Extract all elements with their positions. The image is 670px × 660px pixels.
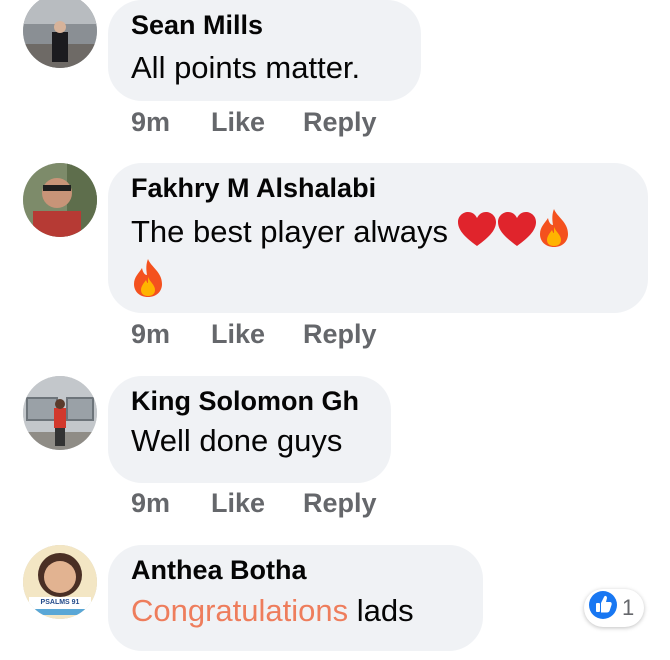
comment-text: Well done guys bbox=[131, 423, 343, 458]
comment-author[interactable]: Fakhry M Alshalabi bbox=[131, 171, 624, 205]
comment-text-content: lads bbox=[356, 593, 414, 628]
hashtag-link[interactable]: Congratulations bbox=[131, 593, 348, 628]
comment-text: Congratulations lads bbox=[131, 591, 459, 631]
comment-actions: 9m Like Reply bbox=[131, 487, 377, 519]
like-button[interactable]: Like bbox=[211, 487, 303, 519]
comment-bubble: Anthea Botha Congratulations lads 1 bbox=[108, 545, 645, 651]
reply-button[interactable]: Reply bbox=[303, 487, 377, 519]
red-heart-icon bbox=[497, 212, 537, 258]
comment-actions: 9m Like Reply bbox=[131, 318, 377, 350]
reaction-count: 1 bbox=[622, 595, 635, 620]
comment-text-content: The best player always bbox=[131, 214, 449, 249]
thumbs-up-icon bbox=[588, 590, 618, 626]
comment-text: All points matter. bbox=[131, 50, 361, 85]
red-heart-icon bbox=[457, 212, 497, 258]
avatar[interactable] bbox=[23, 376, 97, 450]
comment-author[interactable]: King Solomon Gh bbox=[131, 384, 367, 418]
fire-icon bbox=[131, 258, 165, 308]
like-button[interactable]: Like bbox=[211, 106, 303, 138]
comment-text: The best player always bbox=[131, 208, 624, 308]
comment-timestamp[interactable]: 9m bbox=[131, 318, 211, 350]
reaction-badge[interactable]: 1 bbox=[584, 589, 645, 627]
comment-bubble: Sean Mills All points matter. bbox=[108, 0, 421, 101]
comment-author[interactable]: Anthea Botha bbox=[131, 553, 459, 587]
fire-icon bbox=[537, 208, 571, 258]
avatar[interactable] bbox=[23, 0, 97, 68]
reply-button[interactable]: Reply bbox=[303, 106, 377, 138]
like-button[interactable]: Like bbox=[211, 318, 303, 350]
comment-timestamp[interactable]: 9m bbox=[131, 487, 211, 519]
comment-bubble: King Solomon Gh Well done guys bbox=[108, 376, 391, 483]
avatar[interactable]: PSALMS 91 bbox=[23, 545, 97, 619]
comment-bubble: Fakhry M Alshalabi The best player alway… bbox=[108, 163, 648, 313]
avatar-caption: PSALMS 91 bbox=[40, 599, 80, 606]
comment-author[interactable]: Sean Mills bbox=[131, 8, 397, 42]
reply-button[interactable]: Reply bbox=[303, 318, 377, 350]
comment-actions: 9m Like Reply bbox=[131, 106, 377, 138]
avatar[interactable] bbox=[23, 163, 97, 237]
comment-timestamp[interactable]: 9m bbox=[131, 106, 211, 138]
